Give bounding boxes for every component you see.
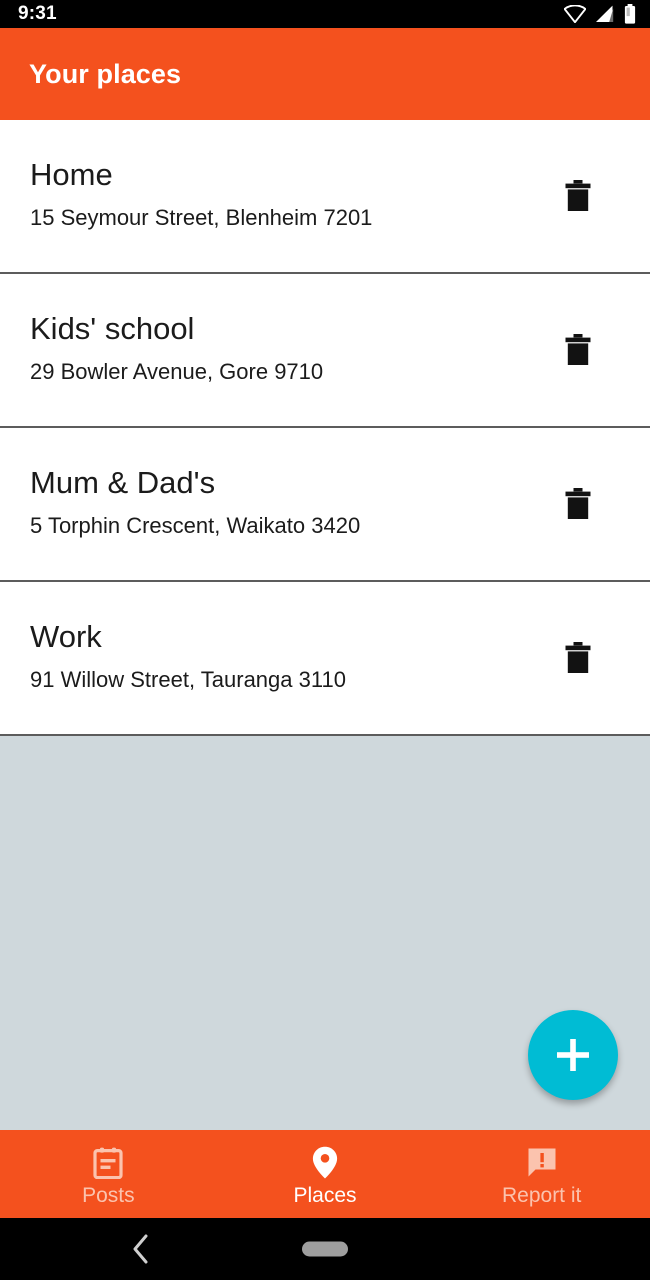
trash-icon (563, 487, 593, 521)
trash-icon (563, 179, 593, 213)
places-list: Home 15 Seymour Street, Blenheim 7201 Ki… (0, 120, 650, 736)
nav-tab-places[interactable]: Places (217, 1130, 434, 1218)
map-pin-icon (312, 1146, 338, 1179)
place-name: Home (30, 157, 113, 193)
place-info: Home 15 Seymour Street, Blenheim 7201 (30, 159, 550, 233)
place-address: 5 Torphin Crescent, Waikato 3420 (30, 512, 361, 538)
app-bar: Your places (0, 28, 650, 120)
add-place-fab[interactable] (528, 1010, 618, 1100)
list-item[interactable]: Kids' school 29 Bowler Avenue, Gore 9710 (0, 274, 650, 428)
place-name: Mum & Dad's (30, 465, 216, 501)
place-name: Kids' school (30, 311, 195, 347)
nav-tab-label: Report it (501, 1183, 582, 1207)
delete-place-button[interactable] (550, 168, 606, 224)
trash-icon (563, 333, 593, 367)
place-info: Work 91 Willow Street, Tauranga 3110 (30, 621, 550, 695)
nav-tab-label: Places (293, 1183, 357, 1207)
list-item[interactable]: Home 15 Seymour Street, Blenheim 7201 (0, 120, 650, 274)
system-navigation-bar (0, 1218, 650, 1280)
app-root: 9:31 Your places Home 15 Seymour Street,… (0, 0, 650, 1280)
back-chevron-icon[interactable] (124, 1232, 158, 1266)
nav-tab-posts[interactable]: Posts (0, 1130, 217, 1218)
place-address: 91 Willow Street, Tauranga 3110 (30, 666, 346, 692)
list-item[interactable]: Mum & Dad's 5 Torphin Crescent, Waikato … (0, 428, 650, 582)
status-bar: 9:31 (0, 0, 650, 28)
plus-icon (554, 1036, 592, 1074)
place-name: Work (30, 619, 102, 655)
wifi-icon (564, 5, 586, 23)
nav-tab-report-it[interactable]: Report it (433, 1130, 650, 1218)
delete-place-button[interactable] (550, 322, 606, 378)
home-pill-icon[interactable] (302, 1241, 348, 1257)
empty-content-area (0, 736, 650, 1130)
place-address: 15 Seymour Street, Blenheim 7201 (30, 204, 373, 230)
posts-note-icon (93, 1147, 123, 1179)
place-info: Mum & Dad's 5 Torphin Crescent, Waikato … (30, 467, 550, 541)
trash-icon (563, 641, 593, 675)
cellular-signal-icon (595, 5, 615, 23)
delete-place-button[interactable] (550, 630, 606, 686)
battery-icon (624, 4, 636, 24)
place-info: Kids' school 29 Bowler Avenue, Gore 9710 (30, 313, 550, 387)
place-address: 29 Bowler Avenue, Gore 9710 (30, 358, 324, 384)
status-bar-icons (564, 4, 636, 24)
nav-tab-label: Posts (82, 1183, 135, 1207)
delete-place-button[interactable] (550, 476, 606, 532)
list-item[interactable]: Work 91 Willow Street, Tauranga 3110 (0, 582, 650, 736)
page-title: Your places (29, 58, 182, 89)
report-speech-bubble-icon (526, 1147, 558, 1179)
status-bar-clock: 9:31 (18, 3, 57, 24)
bottom-navigation: Posts Places Report it (0, 1130, 650, 1218)
